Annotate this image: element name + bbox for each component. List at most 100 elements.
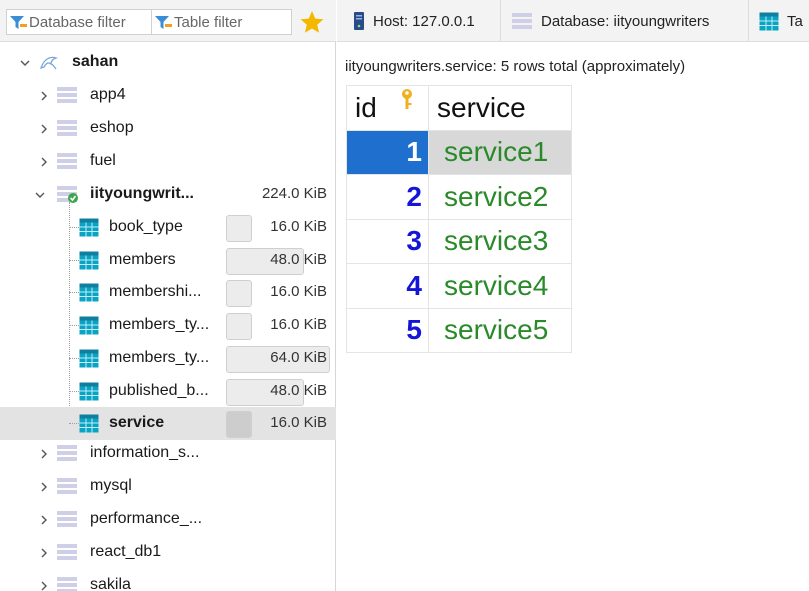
chevron-right-icon[interactable] xyxy=(38,547,50,559)
table-icon xyxy=(79,414,99,433)
tab-bar: Host: 127.0.0.1 Database: iityoungwriter… xyxy=(337,0,809,42)
tree-guide-line xyxy=(69,292,79,294)
tab-host[interactable]: Host: 127.0.0.1 xyxy=(337,0,501,42)
tree-database-row[interactable]: react_db1 xyxy=(0,536,336,569)
cell-service[interactable]: service4 xyxy=(428,263,572,309)
table-name: members_ty... xyxy=(109,316,210,334)
table-icon xyxy=(79,382,99,400)
tab-host-label: Host: 127.0.0.1 xyxy=(373,12,475,30)
session-name: sahan xyxy=(72,53,119,70)
table-size: 16.0 KiB xyxy=(270,283,327,301)
tree-table-row[interactable]: members_ty... 64.0 KiB xyxy=(0,342,336,375)
tree-database-row[interactable]: sakila xyxy=(0,569,336,591)
column-header-id[interactable]: id xyxy=(346,85,429,131)
table-row[interactable]: 1 service1 xyxy=(346,129,572,175)
tree-database-row[interactable]: app4 xyxy=(0,79,336,112)
tree-guide-line xyxy=(69,390,79,392)
tree-database-row[interactable]: performance_... xyxy=(0,503,336,536)
table-name: members xyxy=(109,250,176,268)
tree-database-row[interactable]: fuel xyxy=(0,145,336,178)
tab-table-label: Ta xyxy=(787,12,803,30)
tree-table-row[interactable]: members 48.0 KiB xyxy=(0,244,336,277)
chevron-right-icon[interactable] xyxy=(38,156,50,168)
tab-table[interactable]: Ta xyxy=(749,0,809,42)
table-size-bar xyxy=(226,280,252,308)
database-icon xyxy=(57,153,77,169)
cell-id[interactable]: 4 xyxy=(346,263,429,309)
table-icon xyxy=(759,12,779,30)
chevron-right-icon[interactable] xyxy=(38,514,50,526)
table-row[interactable]: 4 service4 xyxy=(346,263,572,309)
cell-service[interactable]: service1 xyxy=(428,129,572,175)
table-icon xyxy=(79,316,99,335)
column-header-id-label: id xyxy=(355,91,377,123)
table-filter-placeholder: Table filter xyxy=(174,13,243,31)
table-icon xyxy=(79,283,99,302)
cell-id[interactable]: 2 xyxy=(346,174,429,220)
table-size: 16.0 KiB xyxy=(270,218,327,235)
chevron-right-icon[interactable] xyxy=(38,123,50,135)
cell-id[interactable]: 3 xyxy=(346,218,429,264)
table-filter-input[interactable]: Table filter xyxy=(152,9,292,35)
table-row[interactable]: 3 service3 xyxy=(346,218,572,264)
filter-icon xyxy=(10,16,27,29)
tree-table-row[interactable]: membershi... 16.0 KiB xyxy=(0,276,336,309)
database-name: fuel xyxy=(90,152,116,169)
table-name: published_b... xyxy=(109,381,209,399)
data-panel: Host: 127.0.0.1 Database: iityoungwriter… xyxy=(337,0,809,591)
tree-database-row[interactable]: eshop xyxy=(0,112,336,145)
cell-id[interactable]: 5 xyxy=(346,307,429,353)
database-icon xyxy=(57,87,77,103)
database-tree-panel: Database filter Table filter sahan app4 … xyxy=(0,0,336,591)
grid-header-row: id service xyxy=(346,85,572,131)
chevron-down-icon[interactable] xyxy=(19,57,31,69)
database-filter-input[interactable]: Database filter xyxy=(6,9,152,35)
table-size-bar xyxy=(226,411,252,439)
row-count-info: iityoungwriters.service: 5 rows total (a… xyxy=(345,58,686,75)
tree-guide-line xyxy=(69,325,79,327)
star-icon[interactable] xyxy=(298,9,326,35)
tree-table-row[interactable]: service 16.0 KiB xyxy=(0,407,336,441)
database-icon xyxy=(57,544,77,560)
database-name: react_db1 xyxy=(90,543,162,560)
tab-database[interactable]: Database: iityoungwriters xyxy=(501,0,749,42)
tree-guide-line xyxy=(69,259,79,261)
tree-table-row[interactable]: book_type 16.0 KiB xyxy=(0,211,336,244)
cell-service[interactable]: service2 xyxy=(428,174,572,220)
table-row[interactable]: 2 service2 xyxy=(346,174,572,220)
dolphin-icon xyxy=(39,56,59,70)
chevron-down-icon[interactable] xyxy=(34,189,46,201)
data-grid[interactable]: id service 1 service1 2 service2 3 servi… xyxy=(346,85,572,353)
tree-table-row[interactable]: members_ty... 16.0 KiB xyxy=(0,309,336,342)
tree-guide-line xyxy=(69,357,79,359)
tree-session-sahan[interactable]: sahan xyxy=(0,46,336,79)
table-name: members_ty... xyxy=(109,348,210,366)
filter-icon xyxy=(155,16,172,29)
database-icon xyxy=(57,577,77,591)
tree-database-row[interactable]: information_s... xyxy=(0,437,336,470)
column-header-service[interactable]: service xyxy=(428,85,572,131)
chevron-right-icon[interactable] xyxy=(38,90,50,102)
tree-database-row[interactable]: mysql xyxy=(0,470,336,503)
table-name: book_type xyxy=(109,218,183,235)
database-active-icon xyxy=(57,186,78,203)
database-icon xyxy=(512,13,532,29)
table-size: 16.0 KiB xyxy=(270,414,327,432)
chevron-right-icon[interactable] xyxy=(38,448,50,460)
table-size: 16.0 KiB xyxy=(270,316,327,334)
cell-service[interactable]: service3 xyxy=(428,218,572,264)
cell-id[interactable]: 1 xyxy=(346,129,429,175)
tree-guide-line xyxy=(69,423,79,425)
database-name: information_s... xyxy=(90,444,200,461)
table-size-bar xyxy=(226,215,252,242)
table-name: service xyxy=(109,414,165,432)
cell-service[interactable]: service5 xyxy=(428,307,572,353)
database-icon xyxy=(57,445,77,461)
tree-database-iityoungwriters[interactable]: iityoungwrit... 224.0 KiB xyxy=(0,178,336,211)
table-size: 48.0 KiB xyxy=(270,250,327,268)
table-row[interactable]: 5 service5 xyxy=(346,307,572,353)
table-icon xyxy=(79,349,99,368)
chevron-right-icon[interactable] xyxy=(38,580,50,591)
chevron-right-icon[interactable] xyxy=(38,481,50,493)
tree-table-row[interactable]: published_b... 48.0 KiB xyxy=(0,375,336,408)
